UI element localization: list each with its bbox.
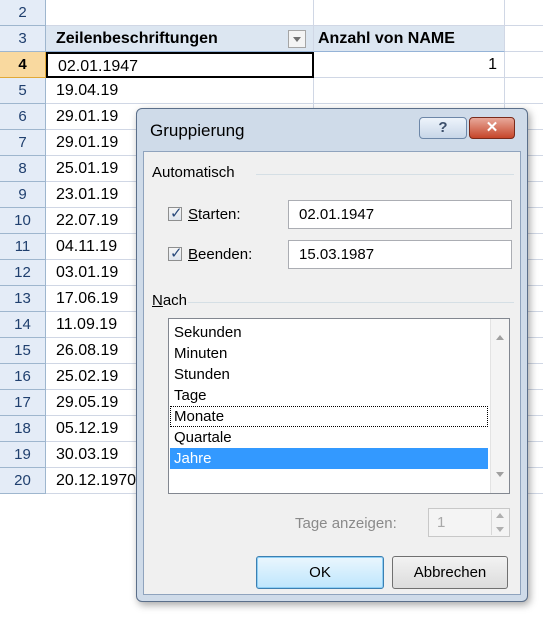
end-label: Beenden: [188,246,253,263]
end-date-input[interactable]: 15.03.1987 [288,240,512,269]
start-checkbox[interactable]: ✓ [168,205,183,222]
row-header-active[interactable]: 4 [0,52,46,78]
scroll-up-icon[interactable] [496,335,504,340]
group-by-listbox[interactable]: Sekunden Minuten Stunden Tage Monate Qua… [168,318,510,494]
sheet-row: 5 19.04.19 [0,78,543,104]
help-icon: ? [438,119,448,136]
row-header[interactable]: 14 [0,312,46,338]
cell-c[interactable] [505,78,543,104]
start-label: Starten: [188,206,241,223]
stepper-down-icon[interactable] [496,527,504,532]
filter-dropdown-button[interactable] [288,30,306,48]
row-header[interactable]: 17 [0,390,46,416]
row-header[interactable]: 11 [0,234,46,260]
days-stepper[interactable]: 1 [428,508,510,537]
cell-b[interactable]: 1 [314,52,505,78]
list-item-minutes[interactable]: Minuten [170,343,488,364]
row-header[interactable]: 15 [0,338,46,364]
dialog-body: Automatisch ✓ Starten: 02.01.1947 ✓ Been… [143,151,521,595]
list-item-years[interactable]: Jahre [170,448,488,469]
cell-a[interactable] [46,0,314,26]
group-label-by: Nach [152,292,188,309]
end-checkbox[interactable]: ✓ [168,245,183,262]
list-item-months[interactable]: Monate [170,406,488,427]
dialog-title: Gruppierung [150,121,245,140]
row-header[interactable]: 3 [0,26,46,52]
row-header[interactable]: 8 [0,156,46,182]
row-header[interactable]: 13 [0,286,46,312]
chevron-down-icon [293,37,301,42]
pivot-header-row: 3 Zeilenbeschriftungen Anzahl von NAME [0,26,543,52]
cancel-button[interactable]: Abbrechen [392,556,508,589]
stepper-buttons[interactable] [491,510,508,535]
divider [256,174,514,175]
list-item-seconds[interactable]: Sekunden [170,322,488,343]
cell-c[interactable] [505,52,543,78]
sheet-row: 4 02.01.1947 1 [0,52,543,78]
divider [188,302,514,303]
cell-b[interactable] [314,0,505,26]
row-header[interactable]: 18 [0,416,46,442]
pivot-count-header[interactable]: Anzahl von NAME [314,26,505,52]
dialog-titlebar[interactable]: Gruppierung ? ✕ [137,109,527,151]
list-item-quarters[interactable]: Quartale [170,427,488,448]
active-cell[interactable]: 02.01.1947 [46,52,314,78]
cell-b[interactable] [314,78,505,104]
help-button[interactable]: ? [419,117,467,139]
grouping-dialog: Gruppierung ? ✕ Automatisch ✓ Starten: 0… [136,108,528,602]
list-item-days[interactable]: Tage [170,385,488,406]
pivot-row-labels-header[interactable]: Zeilenbeschriftungen [46,26,314,52]
days-value: 1 [437,514,446,531]
cell-c[interactable] [505,0,543,26]
row-header[interactable]: 10 [0,208,46,234]
cell-a[interactable]: 19.04.19 [46,78,314,104]
listbox-scrollbar[interactable] [490,319,509,493]
checkmark-icon: ✓ [170,205,183,222]
row-header[interactable]: 6 [0,104,46,130]
row-header[interactable]: 20 [0,468,46,494]
row-header[interactable]: 9 [0,182,46,208]
row-header[interactable]: 16 [0,364,46,390]
row-header[interactable]: 2 [0,0,46,26]
sheet-row: 2 [0,0,543,26]
group-label-automatic: Automatisch [152,164,235,181]
row-header[interactable]: 19 [0,442,46,468]
row-header[interactable]: 5 [0,78,46,104]
row-header[interactable]: 7 [0,130,46,156]
days-label: Tage anzeigen: [295,515,397,532]
close-icon: ✕ [485,119,499,136]
stepper-up-icon[interactable] [496,513,504,518]
close-button[interactable]: ✕ [469,117,515,139]
row-header[interactable]: 12 [0,260,46,286]
scroll-down-icon[interactable] [496,472,504,477]
ok-button[interactable]: OK [256,556,384,589]
cell-c[interactable] [505,26,543,52]
checkmark-icon: ✓ [170,245,183,262]
list-item-hours[interactable]: Stunden [170,364,488,385]
start-date-input[interactable]: 02.01.1947 [288,200,512,229]
